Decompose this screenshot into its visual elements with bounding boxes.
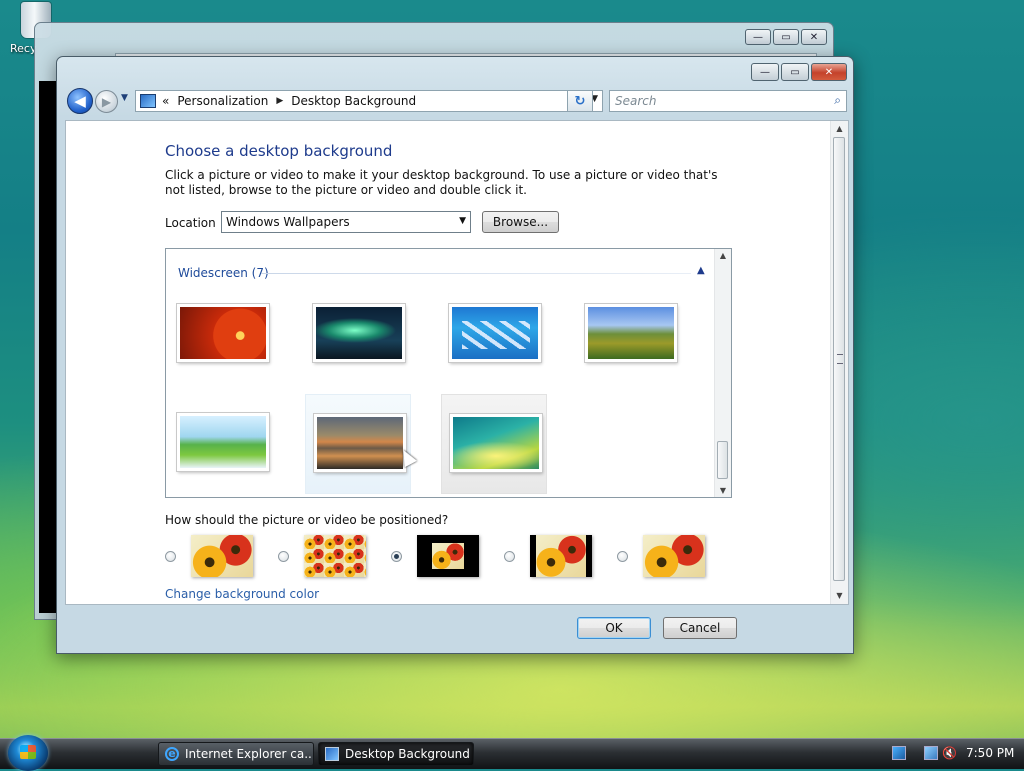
position-option-fill[interactable] [165,535,269,579]
fit-preview[interactable] [530,535,592,577]
search-placeholder: Search [615,94,657,108]
clock[interactable]: 7:50 PM [966,746,1014,760]
location-label: Location [165,216,216,230]
search-icon[interactable]: ⌕ [834,93,841,108]
fill-preview[interactable] [191,535,253,577]
chevron-down-icon: ▼ [459,216,466,226]
browse-button[interactable]: Browse... [482,211,559,233]
wallpaper-item[interactable] [441,294,547,394]
bg-minimize-button[interactable]: — [745,29,771,45]
minimize-button[interactable]: — [751,63,779,81]
close-button[interactable]: ✕ [811,63,847,81]
breadcrumb-desktop-background[interactable]: Desktop Background [291,94,416,108]
wallpaper-item-selected[interactable] [441,394,547,494]
control-panel-icon [140,94,156,108]
desktop-background-window: — ▭ ✕ ◀ ▶ ▼ « Personalization ▶ Desktop … [56,56,854,654]
bg-maximize-button[interactable]: ▭ [773,29,799,45]
red-gerbera-wallpaper [177,304,269,362]
system-tray: 🔇 7:50 PM [884,739,1024,769]
location-dropdown[interactable]: Windows Wallpapers ▼ [221,211,471,233]
internet-explorer-icon: e [165,747,179,761]
wallpaper-item[interactable] [169,403,275,497]
network-icon[interactable] [892,746,906,760]
recent-pages-dropdown-icon[interactable]: ▼ [121,93,128,103]
wallpaper-item[interactable] [577,294,683,394]
wallpaper-item[interactable] [169,294,275,394]
position-radio-fill[interactable] [165,551,176,562]
tile-preview[interactable] [304,535,366,577]
vista-aurora-wallpaper [450,414,542,472]
bg-close-button[interactable]: ✕ [801,29,827,45]
position-option-fit[interactable] [504,535,608,579]
breadcrumb-personalization[interactable]: Personalization [177,94,268,108]
change-background-color-link[interactable]: Change background color [165,587,319,601]
page-title: Choose a desktop background [165,142,393,160]
volume-muted-icon[interactable]: 🔇 [942,746,957,760]
taskbar-item-desktop-background[interactable]: Desktop Background [318,742,474,766]
search-input[interactable]: Search ⌕ [609,90,847,112]
mountain-lake-wallpaper [314,414,406,472]
gallery-scrollbar[interactable]: ▲ ▼ [714,249,731,497]
content-area: Choose a desktop background Click a pict… [65,120,849,605]
wallpaper-item-hover[interactable] [305,394,411,494]
palm-leaf-wallpaper [177,413,269,471]
start-button[interactable] [8,735,48,771]
aurora-wallpaper [313,304,405,362]
taskbar-item-label: Internet Explorer ca... [185,747,314,761]
wallpaper-gallery: Widescreen (7) ▲ ▲ ▼ [165,248,732,498]
navigation-bar: ◀ ▶ ▼ « Personalization ▶ Desktop Backgr… [65,87,847,115]
wallpaper-item[interactable] [305,294,411,394]
position-option-tile[interactable] [278,535,382,579]
collapse-group-icon[interactable]: ▲ [697,265,705,276]
position-option-center[interactable] [391,535,495,579]
maximize-button[interactable]: ▭ [781,63,809,81]
center-preview[interactable] [417,535,479,577]
page-description: Click a picture or video to make it your… [165,168,718,197]
ok-button[interactable]: OK [577,617,651,639]
address-bar[interactable]: « Personalization ▶ Desktop Background ▼ [135,90,603,112]
fish-school-wallpaper [449,304,541,362]
breadcrumb-prefix[interactable]: « [162,94,169,108]
content-scrollbar[interactable]: ▲ ▼ [830,121,848,604]
position-option-stretch[interactable] [617,535,721,579]
dialog-footer: OK Cancel [65,607,849,647]
position-radio-fit[interactable] [504,551,515,562]
location-selected-value: Windows Wallpapers [226,215,350,229]
position-question: How should the picture or video be posit… [165,513,449,527]
position-radio-stretch[interactable] [617,551,628,562]
gallery-scroll-down-icon[interactable]: ▼ [715,486,731,495]
monitor-icon [325,747,339,761]
content-scroll-thumb[interactable] [833,137,845,581]
gallery-scroll-up-icon[interactable]: ▲ [715,251,731,260]
display-icon[interactable] [924,746,938,760]
position-radio-tile[interactable] [278,551,289,562]
stretch-preview[interactable] [643,535,705,577]
taskbar-item-label: Desktop Background [345,747,470,761]
group-divider [261,273,691,274]
green-hills-wallpaper [585,304,677,362]
cancel-button[interactable]: Cancel [663,617,737,639]
forward-button[interactable]: ▶ [95,90,118,113]
breadcrumb-separator-icon[interactable]: ▶ [276,96,283,106]
gallery-scroll-thumb[interactable] [717,441,728,479]
position-options [165,535,725,579]
refresh-button[interactable]: ↻ [567,90,593,112]
position-radio-center[interactable] [391,551,402,562]
group-header-widescreen[interactable]: Widescreen (7) [178,266,269,280]
taskbar: e Internet Explorer ca... Desktop Backgr… [0,735,1024,771]
back-button[interactable]: ◀ [67,88,93,114]
taskbar-item-internet-explorer[interactable]: e Internet Explorer ca... [158,742,314,766]
